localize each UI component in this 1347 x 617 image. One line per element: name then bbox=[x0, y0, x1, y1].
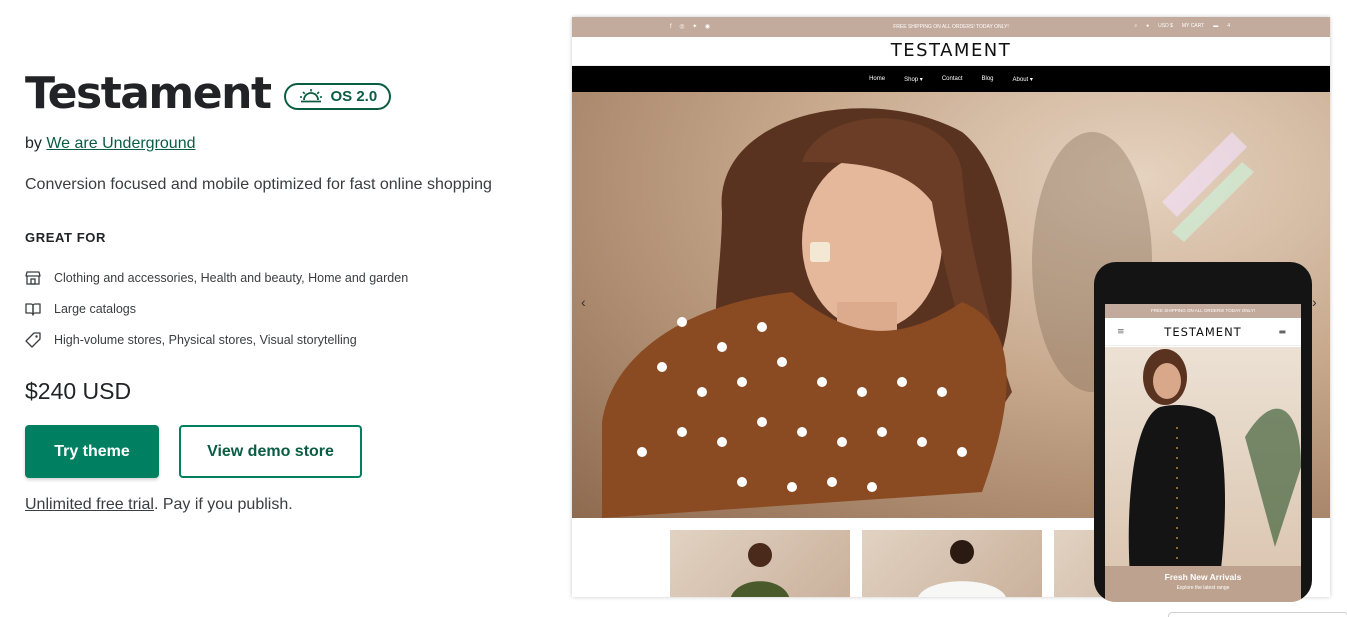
features-list: Clothing and accessories, Health and bea… bbox=[25, 262, 408, 355]
mobile-hero: Fresh New Arrivals Explore the latest ra… bbox=[1105, 347, 1301, 602]
feature-item-industries: Clothing and accessories, Health and bea… bbox=[25, 262, 408, 293]
trial-suffix: . Pay if you publish. bbox=[153, 496, 293, 513]
byline-prefix: by bbox=[25, 135, 42, 152]
trial-note: Unlimited free trial. Pay if you publish… bbox=[25, 496, 293, 514]
user-icon: ● bbox=[1146, 23, 1150, 29]
desktop-announcement-bar: f ◎ ✦ ◉ FREE SHIPPING ON ALL ORDERS! TOD… bbox=[572, 17, 1330, 37]
header-utilities: ⌕ ● USD $ MY CART ▬ 4 bbox=[1134, 23, 1230, 29]
book-icon bbox=[25, 302, 41, 316]
store-icon bbox=[25, 270, 41, 285]
theme-title: Testament bbox=[25, 68, 272, 119]
collection-thumbnail bbox=[670, 530, 850, 597]
collection-thumbnail bbox=[862, 530, 1042, 597]
feature-text: High-volume stores, Physical stores, Vis… bbox=[54, 332, 357, 347]
great-for-heading: GREAT FOR bbox=[25, 230, 106, 245]
search-icon: ⌕ bbox=[1134, 23, 1138, 29]
mobile-screen: FREE SHIPPING ON ALL ORDERS! TODAY ONLY!… bbox=[1105, 304, 1301, 602]
feature-text: Clothing and accessories, Health and bea… bbox=[54, 270, 409, 285]
hero-next-arrow-icon: › bbox=[1312, 294, 1317, 310]
free-trial-link[interactable]: Unlimited free trial bbox=[25, 496, 154, 513]
nav-item-contact: Contact bbox=[941, 76, 963, 82]
view-demo-store-button[interactable]: View demo store bbox=[179, 425, 362, 478]
os-badge: OS 2.0 bbox=[284, 82, 392, 110]
mobile-announcement: FREE SHIPPING ON ALL ORDERS! TODAY ONLY! bbox=[1105, 304, 1301, 318]
currency-selector: USD $ bbox=[1158, 23, 1173, 29]
desktop-logo: TESTAMENT bbox=[572, 37, 1330, 66]
title-row: Testament OS 2.0 bbox=[25, 68, 392, 120]
sunrise-icon bbox=[300, 89, 323, 103]
try-theme-button[interactable]: Try theme bbox=[25, 425, 159, 478]
theme-price: $240 USD bbox=[25, 378, 132, 404]
theme-tagline: Conversion focused and mobile optimized … bbox=[25, 176, 492, 193]
mobile-hero-model-illustration bbox=[1128, 349, 1301, 577]
nav-item-about: About ▾ bbox=[1012, 76, 1033, 83]
developer-link[interactable]: We are Underground bbox=[46, 135, 195, 152]
mobile-hero-subtext: Explore the latest range bbox=[1176, 585, 1230, 591]
partial-widget-box bbox=[1168, 612, 1347, 617]
nav-item-home: Home bbox=[869, 76, 886, 82]
feature-text: Large catalogs bbox=[54, 301, 137, 316]
cart-icon: ▬ bbox=[1213, 23, 1219, 29]
cart-icon: ▬ bbox=[1278, 327, 1287, 336]
feature-item-store-types: High-volume stores, Physical stores, Vis… bbox=[25, 324, 408, 355]
nav-item-shop: Shop ▾ bbox=[904, 76, 923, 83]
tag-icon bbox=[25, 331, 41, 348]
mobile-logo: TESTAMENT bbox=[1164, 324, 1242, 339]
cart-count: 4 bbox=[1227, 23, 1230, 29]
mobile-preview: FREE SHIPPING ON ALL ORDERS! TODAY ONLY!… bbox=[1094, 262, 1312, 602]
nav-item-blog: Blog bbox=[981, 76, 994, 82]
os-badge-label: OS 2.0 bbox=[330, 87, 378, 105]
mobile-header: ≡ TESTAMENT ▬ bbox=[1105, 318, 1301, 346]
menu-icon: ≡ bbox=[1117, 326, 1126, 337]
mobile-hero-heading: Fresh New Arrivals bbox=[1164, 572, 1242, 582]
mobile-hero-banner: Fresh New Arrivals Explore the latest ra… bbox=[1105, 566, 1301, 602]
hero-prev-arrow-icon: ‹ bbox=[581, 294, 586, 310]
byline: by We are Underground bbox=[25, 135, 195, 153]
feature-item-catalog: Large catalogs bbox=[25, 293, 408, 324]
cart-label: MY CART bbox=[1181, 23, 1205, 29]
desktop-nav: Home Shop ▾ Contact Blog About ▾ bbox=[572, 66, 1330, 92]
